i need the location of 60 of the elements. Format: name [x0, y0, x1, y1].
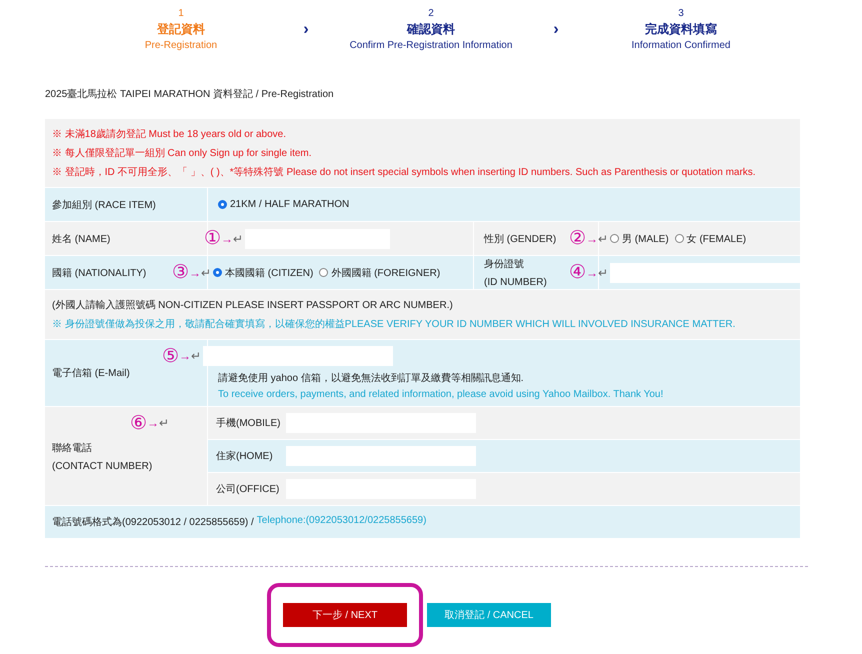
annotation-arrow: → — [586, 232, 598, 246]
annotation-number: ④ — [569, 263, 586, 282]
step-subtitle: Information Confirmed — [632, 40, 730, 51]
annotation-arrow: → — [189, 266, 201, 280]
return-symbol: ↵ — [191, 349, 201, 363]
radio-label: 女 (FEMALE) — [686, 232, 746, 246]
phone-format-note: Telephone:(0922053012/0225855659) — [256, 515, 426, 528]
phone-format-note: 電話號碼格式為(0922053012 / 0225855659) / — [52, 516, 254, 529]
step-subtitle: Pre-Registration — [144, 40, 218, 51]
phone-label: 公司(OFFICE) — [216, 483, 280, 496]
annotation-arrow: → — [179, 349, 191, 363]
return-symbol: ↵ — [233, 232, 243, 246]
step-subtitle: Confirm Pre-Registration Information — [350, 40, 512, 51]
annotation-number: ③ — [172, 263, 189, 282]
step-title: 確認資料 — [407, 21, 455, 38]
annotation-arrow: → — [221, 232, 233, 246]
field-label: 參加組別 (RACE ITEM) — [45, 188, 208, 221]
id-note: (外國人請輸入護照號碼 NON-CITIZEN PLEASE INSERT PASSPORT OR ARC NUMBER.) — [52, 298, 454, 312]
radio-label: 男 (MALE) — [622, 232, 669, 246]
phone-input[interactable] — [286, 446, 476, 466]
radio-button[interactable] — [319, 268, 328, 277]
field-label: 身份證號 — [484, 258, 524, 271]
annotation-number: ② — [569, 229, 586, 248]
return-symbol: ↵ — [159, 416, 169, 430]
email-note: 請避免使用 yahoo 信箱，以避免無法收到訂單及繳費等相關訊息通知. — [218, 372, 524, 385]
annotation-arrow: → — [586, 266, 598, 280]
step-number: 2 — [428, 8, 434, 19]
radio-label: 外國國籍 (FOREIGNER) — [331, 266, 440, 280]
radio-button[interactable] — [674, 234, 684, 243]
step-number: 3 — [678, 8, 684, 19]
page-title: 2025臺北馬拉松 TAIPEI MARATHON 資料登記 / Pre-Registration — [45, 88, 335, 101]
return-symbol: ↵ — [201, 266, 211, 280]
id-number-input[interactable] — [610, 262, 800, 282]
return-symbol: ↵ — [598, 266, 608, 280]
radio-button[interactable] — [213, 268, 222, 277]
notice-text: ※ 未滿18歲請勿登記 Must be 18 years old or above. — [52, 128, 287, 141]
notice-text: ※ 登記時，ID 不可用全形、「 」、( )、*等特殊符號 Please do not insert special symbols when inserting ID numbers. Such as Parenthesis or quotation marks. — [52, 166, 757, 179]
radio-label: 本國國籍 (CITIZEN) — [225, 266, 314, 280]
step-title: 完成資料填寫 — [645, 21, 717, 38]
field-label: (ID NUMBER) — [484, 277, 547, 288]
notice-text: ※ 每人僅限登記單一組別 Can only Sign up for single item. — [52, 146, 313, 160]
radio-label: 21KM / HALF MARATHON — [230, 199, 350, 210]
annotation-number: ⑤ — [162, 346, 179, 366]
annotation-arrow: → — [147, 416, 159, 430]
step-separator: › — [302, 20, 310, 38]
step-separator: › — [552, 20, 560, 38]
radio-button[interactable] — [610, 234, 619, 243]
field-label: 聯絡電話 — [52, 442, 93, 454]
step-number: 1 — [178, 8, 184, 19]
phone-label: 住家(HOME) — [216, 450, 274, 463]
id-note: ※ 身份證號僅做為投保之用，敬請配合確實填寫，以確保您的權益PLEASE VERIFY YOUR ID NUMBER WHICH WILL INVOLVED INSURANCE MATTER. — [52, 318, 736, 331]
field-label: (CONTACT NUMBER) — [52, 460, 154, 472]
phone-label: 手機(MOBILE) — [216, 416, 282, 430]
step-title: 登記資料 — [157, 21, 205, 38]
email-note: To receive orders, payments, and related information, please avoid using Yahoo Mailbox. Thank You! — [218, 389, 664, 400]
email-input[interactable] — [203, 346, 393, 366]
action-button[interactable]: 下一步 / NEXT — [283, 603, 407, 627]
radio-button[interactable] — [218, 200, 227, 209]
annotation-number: ⑥ — [130, 414, 147, 432]
return-symbol: ↵ — [598, 232, 608, 246]
